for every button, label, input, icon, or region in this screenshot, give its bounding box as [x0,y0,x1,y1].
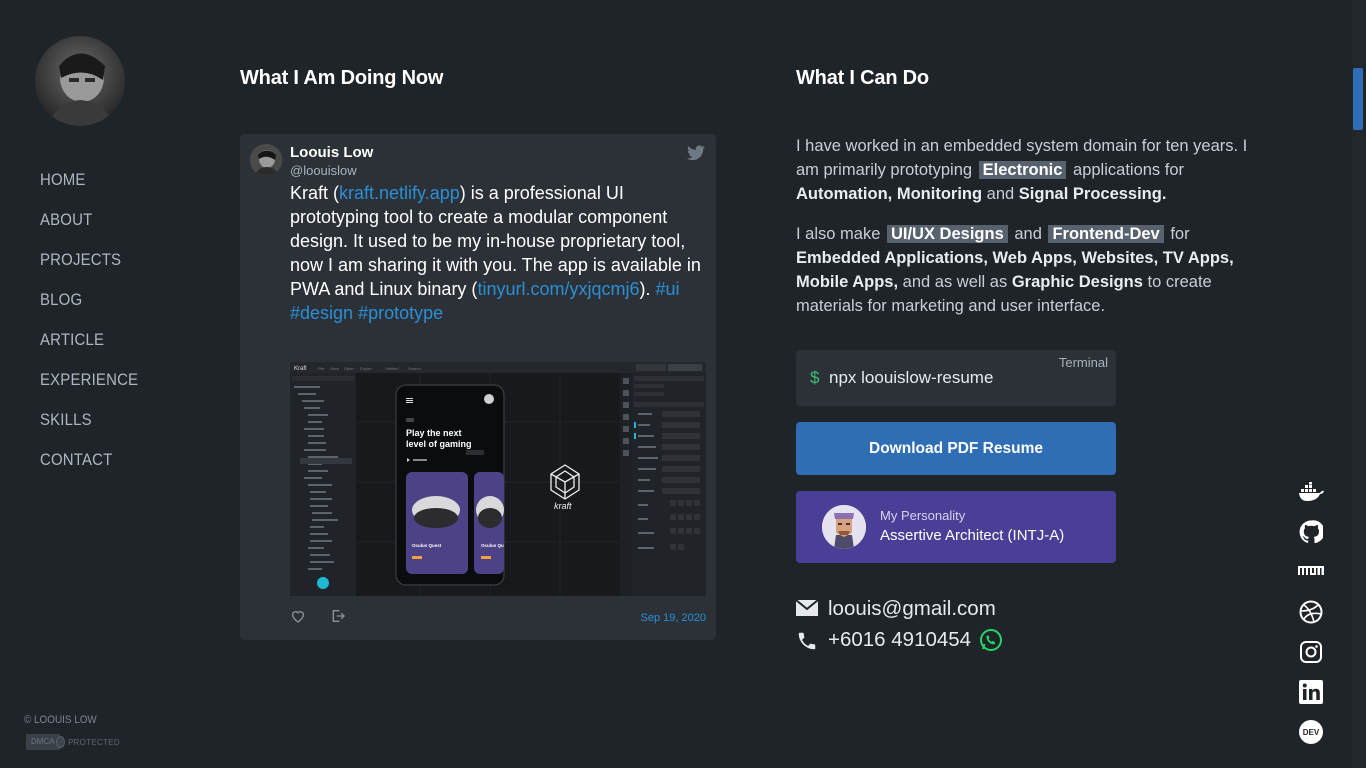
personality-type: Assertive Architect (INTJ-A) [880,527,1065,544]
docker-icon[interactable] [1297,478,1325,506]
dev-icon[interactable]: DEV [1297,718,1325,746]
nav-blog[interactable]: BLOG [40,288,138,328]
para-text: applications for [1073,161,1185,179]
email-row[interactable]: loouis@gmail.com [795,597,996,621]
like-heart-icon[interactable] [290,608,306,624]
tweet-media-image[interactable]: Kraft File Save Open Export Untitled Search [290,362,706,596]
can-do-title: What I Can Do [796,67,929,89]
highlight-frontend: Frontend-Dev [1048,225,1164,243]
svg-text:Export: Export [360,366,372,371]
tweet-card[interactable]: Loouis Low @loouislow Kraft (kraft.netli… [240,134,716,640]
nav-experience[interactable]: EXPERIENCE [40,368,138,408]
profile-avatar [35,36,125,126]
tweet-text-part: ). [639,279,656,299]
download-resume-button[interactable]: Download PDF Resume [796,422,1116,475]
dmca-label: DMCA [26,734,60,750]
phone-number[interactable]: +6016 4910454 [828,628,971,652]
instagram-icon[interactable] [1297,638,1325,666]
skill-signal-processing: Signal Processing. [1018,185,1167,203]
phone-icon [796,630,820,650]
kraft-brand-text: kraft [554,501,572,511]
para-text: for [1170,225,1190,243]
skill-web-apps: Web Apps, [992,249,1077,267]
nav-home[interactable]: HOME [40,168,138,208]
skill-websites: Websites, [1081,249,1159,267]
nav-article[interactable]: ARTICLE [40,328,138,368]
para-text: I also make [796,225,881,243]
svg-text:Save: Save [330,366,340,371]
para-text: and [1014,225,1042,243]
svg-text:DEV: DEV [1303,728,1320,737]
tweet-author-name[interactable]: Loouis Low [290,144,373,161]
personality-label: My Personality [880,508,966,523]
svg-text:Untitled: Untitled [385,366,399,371]
skill-automation: Automation, [796,185,893,203]
hashtag-prototype[interactable]: #prototype [358,303,443,323]
dribbble-icon[interactable] [1297,598,1325,626]
para-text: and as well as [902,273,1008,291]
phone-row[interactable]: +6016 4910454 [796,628,1003,652]
copyright: © LOOUIS LOW [24,714,97,726]
tweet-avatar[interactable] [250,144,282,176]
tweet-author-handle[interactable]: @loouislow [290,163,357,178]
main-nav: HOME ABOUT PROJECTS BLOG ARTICLE EXPERIE… [40,168,152,488]
whatsapp-icon[interactable] [979,628,1003,652]
doing-now-title: What I Am Doing Now [240,67,444,89]
svg-text:File: File [318,366,325,371]
skill-mobile-apps: Mobile Apps, [796,273,899,291]
twitter-icon[interactable] [687,145,705,161]
tweet-text-part: Kraft ( [290,183,340,203]
skill-embedded-apps: Embedded Applications, [796,249,988,267]
tweet-text: Kraft (kraft.netlify.app) is a professio… [290,181,708,325]
dmca-badge[interactable]: DMCA PROTECTED [26,734,120,750]
skill-graphic-designs: Graphic Designs [1011,273,1143,291]
tweet-link-tinyurl[interactable]: tinyurl.com/yxjqcmj6 [477,279,639,299]
personality-avatar-icon [822,505,866,549]
highlight-electronic: Electronic [978,161,1067,179]
svg-text:Open: Open [344,366,354,371]
terminal-box[interactable]: Terminal $ npx loouislow-resume [796,350,1116,406]
highlight-uiux: UI/UX Designs [886,225,1008,243]
scrollbar-thumb[interactable] [1353,68,1363,130]
nav-contact[interactable]: CONTACT [40,448,138,488]
personality-button[interactable]: My Personality Assertive Architect (INTJ… [796,491,1116,563]
terminal-command[interactable]: npx loouislow-resume [829,368,993,388]
hashtag-ui[interactable]: #ui [655,279,679,299]
dmca-shield-icon [55,736,65,748]
svg-text:Search: Search [408,366,421,371]
tweet-link-kraft[interactable]: kraft.netlify.app [339,183,460,203]
terminal-prompt: $ [810,368,820,387]
product-card-1-title: Oculus Quest [412,543,442,548]
dmca-protected-label: PROTECTED [67,737,120,747]
skill-monitoring: Monitoring [896,185,983,203]
email-address[interactable]: loouis@gmail.com [828,597,996,621]
tweet-date[interactable]: Sep 19, 2020 [641,612,706,624]
nav-about[interactable]: ABOUT [40,208,138,248]
phone-title-line1: Play the next [406,428,462,438]
skills-paragraph-1: I have worked in an embedded system doma… [796,134,1266,206]
para-text: and [986,185,1015,203]
envelope-icon [795,599,820,619]
skills-paragraph-2: I also make UI/UX Designs and Frontend-D… [796,222,1266,318]
terminal-label: Terminal [1058,355,1108,370]
github-icon[interactable] [1297,518,1325,546]
product-card-2-title: Oculus Qu [481,543,504,548]
nav-projects[interactable]: PROJECTS [40,248,138,288]
kraft-app-logo: Kraft [294,366,307,372]
linkedin-icon[interactable] [1297,678,1325,706]
sidebar: HOME ABOUT PROJECTS BLOG ARTICLE EXPERIE… [0,0,180,768]
npm-icon[interactable] [1297,558,1325,586]
skill-tv-apps: TV Apps, [1162,249,1234,267]
share-icon[interactable] [330,608,346,624]
phone-title-line2: level of gaming [406,439,472,449]
nav-skills[interactable]: SKILLS [40,408,138,448]
hashtag-design[interactable]: #design [290,303,353,323]
